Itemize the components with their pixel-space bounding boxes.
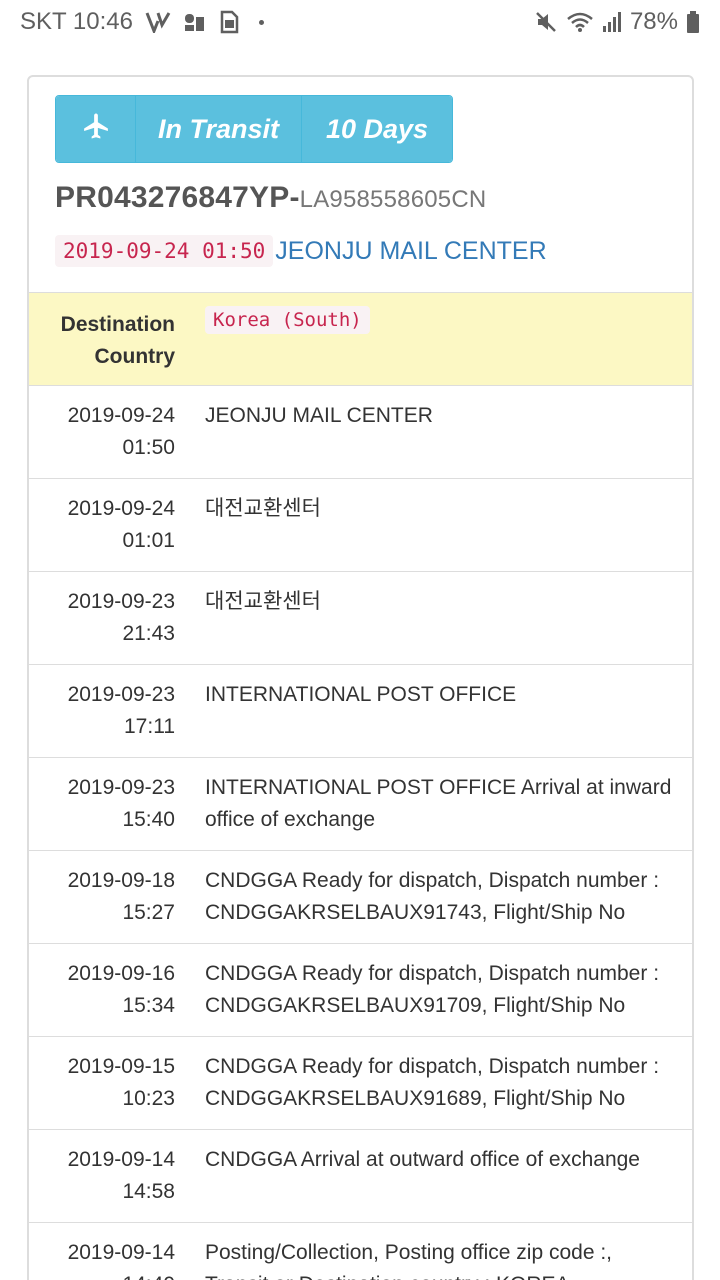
destination-label: Destination Country — [29, 309, 175, 385]
event-desc-line1: INTERNATIONAL POST OFFICE — [205, 683, 517, 706]
wifi-icon — [566, 11, 594, 33]
destination-country: Korea (South) — [205, 306, 370, 334]
event-date: 2019-09-14 — [67, 1148, 175, 1171]
event-time: 21:43 — [122, 622, 175, 645]
event-row: 2019-09-14 14:40 Posting/Collection, Post… — [29, 1223, 692, 1280]
event-datetime: 2019-09-23 21:43 — [29, 586, 175, 664]
event-desc-line2: CNDGGAKRSELBAUX91709, Flight/Ship No — [205, 994, 626, 1017]
event-time: 01:01 — [122, 529, 175, 552]
vpn-key-icon — [145, 11, 171, 33]
event-date: 2019-09-15 — [67, 1055, 175, 1078]
event-desc-line2: Transit or Destination country : KOREA — [205, 1269, 674, 1280]
event-datetime: 2019-09-24 01:01 — [29, 493, 175, 571]
event-description: INTERNATIONAL POST OFFICE — [175, 679, 692, 757]
notification-app-icon — [183, 11, 207, 33]
event-description: INTERNATIONAL POST OFFICE Arrival at inw… — [175, 772, 692, 850]
event-desc-line1: INTERNATIONAL POST OFFICE Arrival at inw… — [205, 776, 672, 799]
event-description: CNDGGA Ready for dispatch, Dispatch numb… — [175, 958, 692, 1036]
event-desc-line1: CNDGGA Ready for dispatch, Dispatch numb… — [205, 869, 660, 892]
event-desc-line1: Posting/Collection, Posting office zip c… — [205, 1241, 613, 1264]
event-date: 2019-09-23 — [67, 683, 175, 706]
status-button[interactable]: In Transit — [136, 96, 302, 162]
event-date: 2019-09-23 — [67, 776, 175, 799]
event-row: 2019-09-24 01:01 대전교환센터 — [29, 479, 692, 572]
status-bar-right: 78% — [534, 8, 700, 36]
event-row: 2019-09-23 15:40 INTERNATIONAL POST OFFIC… — [29, 758, 692, 851]
event-datetime: 2019-09-15 10:23 — [29, 1051, 175, 1129]
event-description: CNDGGA Arrival at outward office of exch… — [175, 1144, 692, 1222]
events-list: 2019-09-24 01:50 JEONJU MAIL CENTER 2019-… — [29, 386, 692, 1280]
event-datetime: 2019-09-14 14:40 — [29, 1237, 175, 1280]
status-button-group: In Transit 10 Days — [55, 95, 453, 163]
event-desc-line2: CNDGGAKRSELBAUX91689, Flight/Ship No — [205, 1087, 626, 1110]
mute-icon — [534, 10, 558, 34]
tracking-number: PR043276847YP-LA958558605CN — [55, 181, 666, 215]
event-time: 10:23 — [122, 1087, 175, 1110]
event-row: 2019-09-16 15:34 CNDGGA Ready for dispatc… — [29, 944, 692, 1037]
event-row: 2019-09-23 21:43 대전교환센터 — [29, 572, 692, 665]
latest-location-link[interactable]: JEONJU MAIL CENTER — [275, 237, 546, 266]
event-desc-line1: 대전교환센터 — [205, 497, 321, 520]
event-description: CNDGGA Ready for dispatch, Dispatch numb… — [175, 1051, 692, 1129]
event-date: 2019-09-24 — [67, 404, 175, 427]
battery-percent: 78% — [629, 8, 678, 35]
event-desc-line1: CNDGGA Ready for dispatch, Dispatch numb… — [205, 962, 660, 985]
tracking-secondary: LA958558605CN — [299, 186, 487, 213]
event-date: 2019-09-23 — [67, 590, 175, 613]
event-date: 2019-09-16 — [67, 962, 175, 985]
event-datetime: 2019-09-24 01:50 — [29, 400, 175, 478]
status-bar: SKT 10:46 78% — [0, 0, 720, 44]
event-description: Posting/Collection, Posting office zip c… — [175, 1237, 692, 1280]
signal-icon — [602, 11, 622, 33]
carrier-time: SKT 10:46 — [20, 8, 133, 35]
event-desc-line1: CNDGGA Ready for dispatch, Dispatch numb… — [205, 1055, 660, 1078]
destination-row: Destination Country Korea (South) — [29, 293, 692, 386]
event-datetime: 2019-09-18 15:27 — [29, 865, 175, 943]
event-datetime: 2019-09-23 17:11 — [29, 679, 175, 757]
event-date: 2019-09-24 — [67, 497, 175, 520]
transport-mode-button[interactable] — [56, 96, 136, 162]
tracking-card: In Transit 10 Days PR043276847YP-LA95855… — [27, 75, 694, 1280]
destination-value-cell: Korea (South) — [175, 306, 692, 385]
event-time: 01:50 — [122, 436, 175, 459]
event-row: 2019-09-14 14:58 CNDGGA Arrival at outwar… — [29, 1130, 692, 1223]
airplane-icon — [81, 111, 111, 148]
event-time: 17:11 — [124, 715, 175, 738]
destination-label-line1: Destination — [60, 313, 175, 336]
event-desc-line2: CNDGGAKRSELBAUX91743, Flight/Ship No — [205, 901, 626, 924]
more-notifications-dot-icon — [258, 19, 264, 25]
event-time: 15:40 — [122, 808, 175, 831]
event-time: 14:40 — [29, 1269, 175, 1280]
event-row: 2019-09-23 17:11 INTERNATIONAL POST OFFIC… — [29, 665, 692, 758]
event-description: CNDGGA Ready for dispatch, Dispatch numb… — [175, 865, 692, 943]
sim-card-icon — [219, 10, 239, 34]
battery-icon — [686, 10, 700, 34]
event-time: 15:34 — [122, 994, 175, 1017]
event-row: 2019-09-24 01:50 JEONJU MAIL CENTER — [29, 386, 692, 479]
event-description: 대전교환센터 — [175, 493, 692, 571]
event-time: 15:27 — [122, 901, 175, 924]
event-time: 14:58 — [122, 1180, 175, 1203]
event-row: 2019-09-18 15:27 CNDGGA Ready for dispatc… — [29, 851, 692, 944]
latest-timestamp: 2019-09-24 01:50 — [55, 235, 274, 267]
event-description: 대전교환센터 — [175, 586, 692, 664]
status-bar-left: SKT 10:46 — [20, 8, 264, 36]
event-desc-line1: CNDGGA Arrival at outward office of exch… — [205, 1148, 640, 1171]
event-datetime: 2019-09-14 14:58 — [29, 1144, 175, 1222]
event-desc-line2: office of exchange — [205, 808, 376, 831]
event-description: JEONJU MAIL CENTER — [175, 400, 692, 478]
event-desc-line1: 대전교환센터 — [205, 590, 321, 613]
event-datetime: 2019-09-23 15:40 — [29, 772, 175, 850]
event-datetime: 2019-09-16 15:34 — [29, 958, 175, 1036]
event-date: 2019-09-14 — [67, 1241, 175, 1264]
latest-update: 2019-09-24 01:50 JEONJU MAIL CENTER — [55, 235, 666, 267]
event-desc-line1: JEONJU MAIL CENTER — [205, 404, 433, 427]
destination-label-line2: Country — [94, 345, 176, 368]
event-row: 2019-09-15 10:23 CNDGGA Ready for dispatc… — [29, 1037, 692, 1130]
card-header: In Transit 10 Days PR043276847YP-LA95855… — [29, 77, 692, 293]
event-date: 2019-09-18 — [67, 869, 175, 892]
days-button[interactable]: 10 Days — [302, 96, 452, 162]
tracking-primary: PR043276847YP- — [55, 181, 300, 214]
